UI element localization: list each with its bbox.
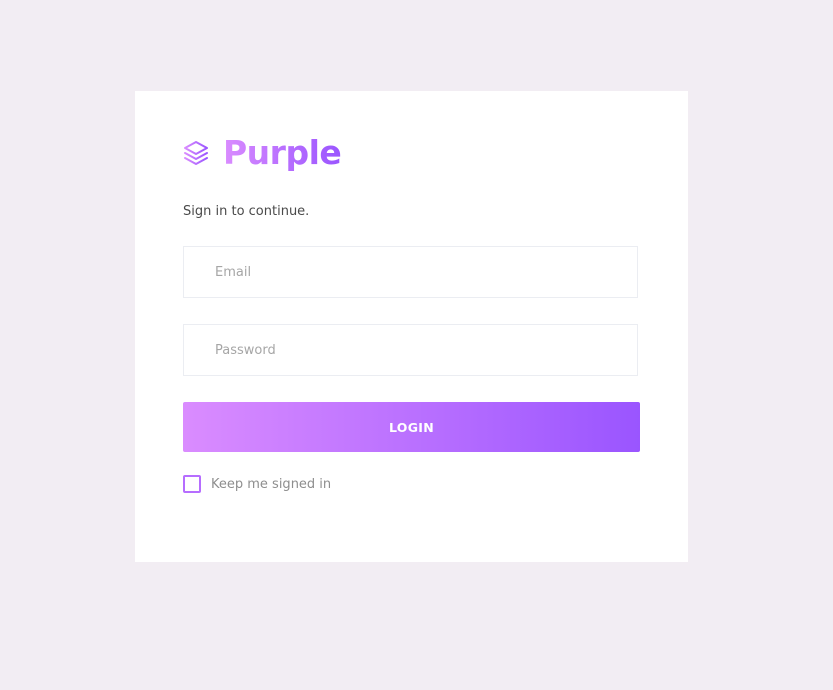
brand-name: Purple	[223, 133, 342, 172]
password-field-container	[183, 324, 638, 376]
keep-signed-in[interactable]: Keep me signed in	[183, 475, 331, 493]
email-input[interactable]	[184, 247, 637, 297]
login-card: Purple Sign in to continue. LOGIN Keep m…	[135, 91, 688, 562]
login-button[interactable]: LOGIN	[183, 402, 640, 452]
layers-icon	[183, 140, 209, 166]
keep-signed-in-checkbox[interactable]	[183, 475, 201, 493]
password-input[interactable]	[184, 325, 637, 375]
brand-logo: Purple	[183, 133, 342, 173]
keep-signed-in-label: Keep me signed in	[211, 476, 332, 492]
signin-subtitle: Sign in to continue.	[183, 204, 310, 219]
email-field-container	[183, 246, 638, 298]
